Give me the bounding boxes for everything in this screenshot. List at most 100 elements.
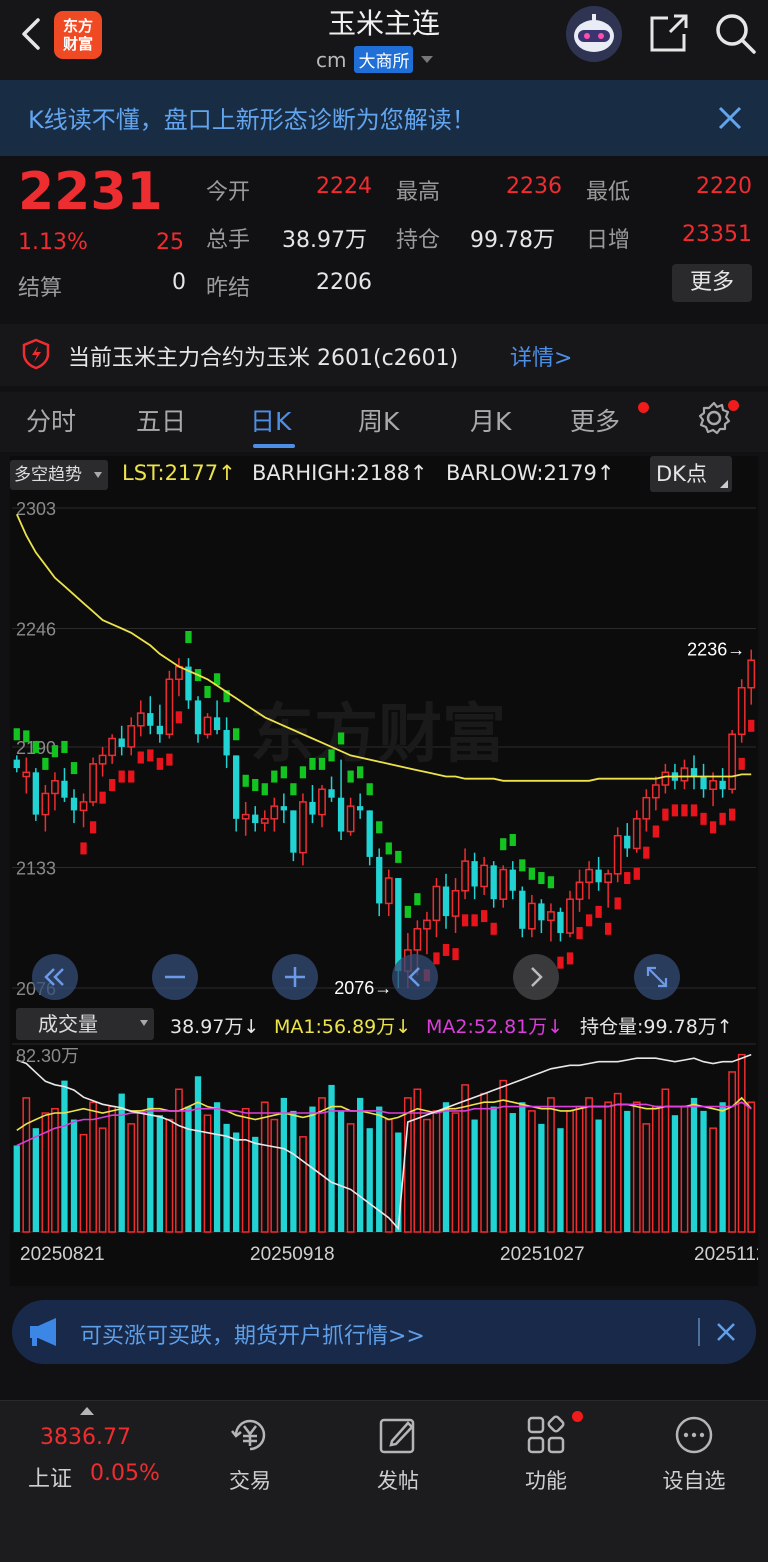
candle-body	[252, 814, 259, 824]
trend-marker	[242, 774, 249, 787]
volume-bar	[357, 1097, 364, 1232]
max-price-marker: 2236→	[687, 640, 745, 660]
ad-text: 可买涨可买跌，期货开户抓行情>>	[80, 1324, 425, 1349]
kline-chart-area[interactable]: 多空趋势 LST:2177↑ BARHIGH:2188↑ BARLOW:2179…	[10, 456, 758, 1286]
tab-five-day[interactable]: 五日	[136, 402, 186, 438]
trend-marker	[166, 753, 173, 766]
change-percent: 1.13%	[18, 230, 88, 255]
expand-up-icon[interactable]	[80, 1407, 94, 1415]
candle-body	[346, 805, 355, 833]
trend-marker	[309, 757, 316, 770]
volume-bar	[575, 1105, 584, 1233]
settings-notification-dot	[728, 400, 739, 411]
tab-intraday[interactable]: 分时	[26, 402, 76, 438]
candle-body	[480, 864, 489, 888]
candle-body	[519, 890, 526, 929]
search-icon[interactable]	[712, 10, 758, 56]
close-icon[interactable]	[712, 1318, 740, 1346]
trend-marker	[118, 770, 125, 783]
candle-body	[575, 881, 584, 900]
kline-svg: 23032246219021332076东方财富2236→2076→82.30万…	[12, 499, 758, 1265]
nav-post-label: 发帖	[377, 1469, 419, 1493]
scroll-right-button[interactable]	[513, 954, 559, 1000]
assistant-robot-icon[interactable]	[566, 6, 622, 62]
high-label: 最高	[396, 180, 441, 205]
tab-more[interactable]: 更多	[570, 402, 620, 438]
trend-marker	[690, 804, 698, 817]
trend-marker	[70, 762, 78, 775]
volume-bar	[451, 1112, 460, 1233]
candle-body	[499, 868, 508, 900]
nav-add-watchlist[interactable]: 设自选	[644, 1413, 744, 1495]
fullscreen-button[interactable]	[634, 954, 680, 1000]
trend-marker	[23, 730, 30, 743]
trend-marker	[719, 812, 726, 825]
active-tab-indicator	[253, 444, 295, 448]
open-label: 今开	[206, 180, 251, 205]
candle-body	[156, 725, 163, 735]
candle-body	[547, 911, 555, 922]
volume-bar	[557, 1128, 564, 1232]
trend-marker	[414, 893, 421, 906]
trend-marker	[32, 740, 39, 753]
candle-body	[70, 797, 78, 811]
candle-body	[651, 784, 660, 799]
promo-banner[interactable]: K线读不懂，盘口上新形态诊断为您解读！	[0, 80, 768, 156]
nav-post[interactable]: 发帖	[348, 1413, 448, 1495]
tab-daily-k[interactable]: 日K	[250, 402, 291, 438]
scroll-left-button[interactable]	[392, 954, 438, 1000]
candle-body	[527, 902, 536, 930]
scroll-left-fast-button[interactable]	[32, 954, 78, 1000]
index-value[interactable]: 3836.77	[40, 1425, 131, 1450]
candle-body	[538, 903, 545, 921]
index-name[interactable]: 上证	[28, 1461, 72, 1493]
trend-marker	[442, 943, 450, 956]
tab-monthly-k[interactable]: 月K	[470, 402, 511, 438]
close-icon[interactable]	[710, 98, 750, 138]
candle-body	[290, 810, 297, 853]
volume-ma2-line	[16, 1101, 752, 1147]
index-change-percent[interactable]: 0.05%	[90, 1461, 160, 1486]
zoom-in-button[interactable]	[272, 954, 318, 1000]
more-button[interactable]: 更多	[672, 264, 752, 302]
volume-bar	[613, 1092, 622, 1233]
account-open-ad[interactable]: 可买涨可买跌，期货开户抓行情>>	[12, 1300, 756, 1364]
volume-bar	[127, 1123, 136, 1233]
volume-bar	[98, 1127, 107, 1233]
candle-body	[51, 780, 59, 795]
volume-bar	[595, 1119, 602, 1232]
trend-marker	[61, 740, 68, 753]
candle-body	[89, 763, 97, 803]
trend-marker	[700, 812, 707, 825]
x-tick-label: 20250918	[250, 1244, 335, 1265]
gear-icon[interactable]	[696, 400, 732, 436]
candle-body	[32, 772, 39, 815]
volume-bar	[737, 1053, 746, 1233]
candle-body	[566, 898, 574, 934]
open-interest-value: 99.78万	[470, 228, 555, 253]
expand-icon	[646, 966, 668, 988]
candle-body	[309, 801, 316, 815]
candle-body	[728, 733, 737, 790]
volume-indicator-select[interactable]: 成交量	[16, 1008, 154, 1040]
nav-functions[interactable]: 功能	[496, 1413, 596, 1495]
trend-marker	[204, 685, 211, 698]
details-link[interactable]: 详情>	[510, 340, 572, 372]
contract-code: cm	[316, 47, 347, 72]
trend-marker	[500, 838, 507, 851]
volume-bar	[136, 1110, 145, 1233]
trend-marker	[624, 872, 631, 885]
candle-body	[595, 869, 602, 883]
tab-weekly-k[interactable]: 周K	[358, 402, 399, 438]
contract-selector[interactable]: cm 大商所	[316, 46, 434, 73]
share-icon[interactable]	[646, 10, 692, 56]
candle-body	[709, 780, 717, 790]
y-tick-label: 2133	[16, 858, 56, 878]
volume-bar	[337, 1110, 345, 1232]
nav-trade[interactable]: 交易	[200, 1413, 300, 1495]
trend-marker	[671, 804, 679, 817]
trend-marker	[80, 842, 87, 855]
volume-bar	[413, 1088, 422, 1233]
zoom-out-button[interactable]	[152, 954, 198, 1000]
volume-bar	[147, 1097, 154, 1232]
